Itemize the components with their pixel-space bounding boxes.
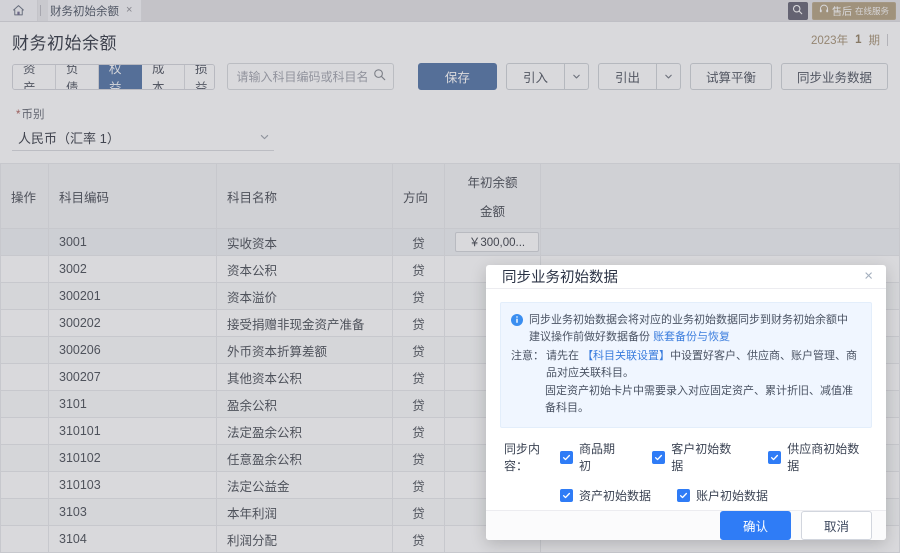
dialog-header: 同步业务初始数据 × bbox=[486, 265, 886, 289]
dialog-footer: 确认 取消 bbox=[486, 510, 886, 540]
checkbox-label: 账户初始数据 bbox=[696, 489, 769, 503]
sync-content-label: 同步内容： bbox=[504, 442, 541, 473]
notice-line-2: 建议操作前做好数据备份 bbox=[529, 330, 650, 343]
account-mapping-settings-link[interactable]: 【科目关联设置】 bbox=[582, 350, 670, 362]
backup-restore-link[interactable]: 账套备份与恢复 bbox=[653, 331, 730, 343]
notice-note-label: 注意： bbox=[511, 349, 544, 362]
sync-business-initial-data-dialog: 同步业务初始数据 × 同步业务初始数据会将对应的业务初始数据同步到财务初始余额中 bbox=[486, 265, 886, 540]
notice-panel: 同步业务初始数据会将对应的业务初始数据同步到财务初始余额中 建议操作前做好数据备… bbox=[500, 301, 872, 428]
notice-text-block: 同步业务初始数据会将对应的业务初始数据同步到财务初始余额中 建议操作前做好数据备… bbox=[529, 312, 848, 346]
notice-note-body: 请先在 【科目关联设置】中设置好客户、供应商、账户管理、商品对应关联科目。 bbox=[546, 348, 861, 382]
checkbox-label: 供应商初始数据 bbox=[787, 442, 860, 473]
checkbox-account-initial-data[interactable]: 账户初始数据 bbox=[677, 487, 768, 504]
sync-options: 同步内容： 商品期初 客户初始数据 供应商初始数据 资产初始数据 账户初始数据 bbox=[500, 428, 872, 504]
checkbox-supplier-initial-data[interactable]: 供应商初始数据 bbox=[768, 440, 870, 474]
checkbox-label: 商品期初 bbox=[579, 442, 616, 473]
confirm-button[interactable]: 确认 bbox=[719, 511, 791, 540]
checkbox-asset-initial-data[interactable]: 资产初始数据 bbox=[560, 487, 651, 504]
dialog-body: 同步业务初始数据会将对应的业务初始数据同步到财务初始余额中 建议操作前做好数据备… bbox=[486, 289, 886, 510]
sync-options-row-1: 同步内容： 商品期初 客户初始数据 供应商初始数据 bbox=[504, 440, 870, 474]
check-icon bbox=[677, 489, 691, 502]
notice-primary: 同步业务初始数据会将对应的业务初始数据同步到财务初始余额中 建议操作前做好数据备… bbox=[511, 312, 861, 346]
sync-options-row-2: 资产初始数据 账户初始数据 bbox=[504, 487, 870, 504]
checkbox-customer-initial-data[interactable]: 客户初始数据 bbox=[652, 440, 742, 474]
cancel-button[interactable]: 取消 bbox=[800, 511, 872, 540]
check-icon bbox=[768, 450, 782, 464]
info-icon bbox=[511, 313, 523, 346]
close-icon[interactable]: × bbox=[864, 269, 873, 284]
dialog-title: 同步业务初始数据 bbox=[502, 269, 618, 286]
notice-line-3: 固定资产初始卡片中需要录入对应固定资产、累计折旧、减值准备科目。 bbox=[545, 384, 853, 414]
notice-note-text-a: 请先在 bbox=[546, 349, 579, 362]
application-window: 财务初始余额 × 售后 在线服务 财务初始余额 2023年 1 期 资产 负债 … bbox=[0, 0, 900, 553]
check-icon bbox=[652, 450, 666, 464]
checkbox-product-opening[interactable]: 商品期初 bbox=[560, 440, 626, 474]
notice-note: 注意： 请先在 【科目关联设置】中设置好客户、供应商、账户管理、商品对应关联科目… bbox=[511, 348, 861, 382]
notice-line-1: 同步业务初始数据会将对应的业务初始数据同步到财务初始余额中 bbox=[529, 313, 848, 326]
check-icon bbox=[560, 489, 573, 502]
checkbox-label: 客户初始数据 bbox=[671, 442, 732, 473]
check-icon bbox=[560, 450, 573, 464]
checkbox-label: 资产初始数据 bbox=[579, 489, 652, 503]
